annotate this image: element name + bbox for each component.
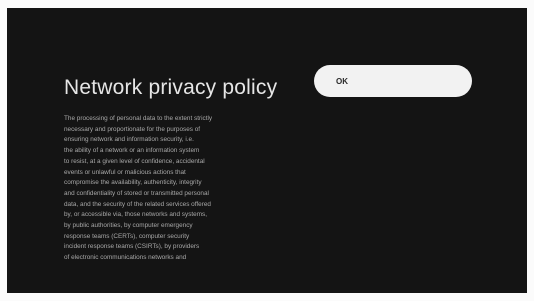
page-title: Network privacy policy — [64, 76, 278, 99]
policy-text-line: ensuring network and information securit… — [64, 136, 194, 144]
policy-text-line: compromise the availability, authenticit… — [64, 179, 202, 187]
policy-text-line: the ability of a network or an informati… — [64, 147, 200, 155]
policy-text-line: of electronic communications networks an… — [64, 254, 187, 262]
ok-button-label: OK — [336, 76, 348, 86]
policy-text-line: necessary and proportionate for the purp… — [64, 125, 201, 133]
policy-text: The processing of personal data to the e… — [64, 114, 288, 264]
policy-text-line: events or unlawful or malicious actions … — [64, 168, 186, 176]
policy-text-line: and confidentiality of stored or transmi… — [64, 189, 209, 197]
policy-text-line: to resist, at a given level of confidenc… — [64, 157, 205, 165]
tv-screen: Network privacy policy The processing of… — [7, 8, 527, 293]
policy-text-line: response teams (CERTs), computer securit… — [64, 232, 190, 240]
ok-button[interactable]: OK — [314, 65, 472, 97]
policy-text-line: incident response teams (CSIRTs), by pro… — [64, 243, 200, 251]
policy-text-line: by public authorities, by computer emerg… — [64, 222, 193, 230]
policy-text-line: The processing of personal data to the e… — [64, 115, 213, 122]
policy-text-line: data, and the security of the related se… — [64, 200, 211, 208]
policy-text-line: by, or accessible via, those networks an… — [64, 211, 208, 219]
